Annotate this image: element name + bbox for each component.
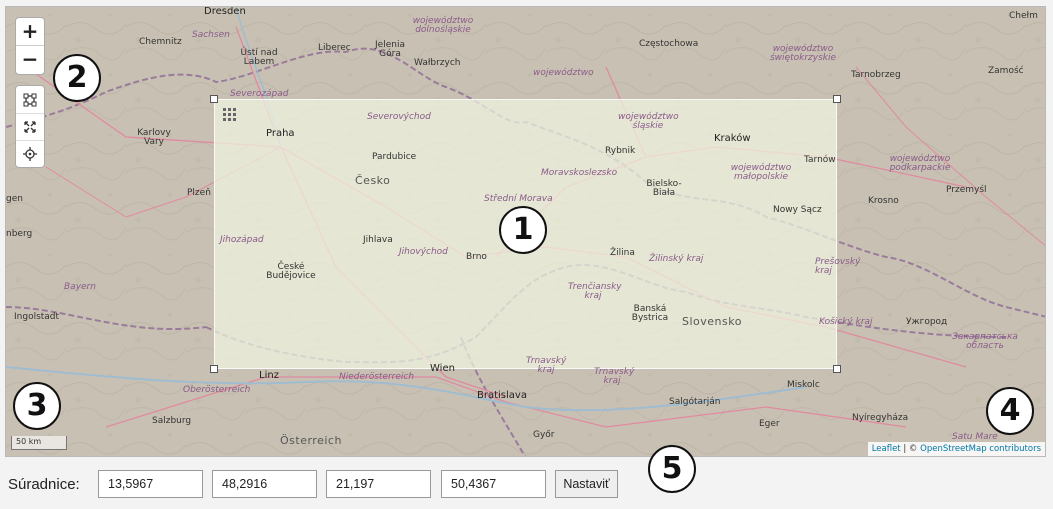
- locate-button[interactable]: [16, 140, 44, 167]
- map-label: Закарпатська область: [952, 332, 1018, 351]
- map-label: Karlovy Vary: [137, 128, 171, 147]
- map-label: Pardubice: [372, 152, 417, 162]
- map-label: Jihozápad: [220, 235, 264, 245]
- coord-input-1[interactable]: [98, 470, 203, 498]
- attribution-separator: | ©: [900, 444, 921, 454]
- map-label: Tarnów: [804, 155, 836, 165]
- map-attribution: Leaflet | © OpenStreetMap contributors: [867, 442, 1045, 456]
- map-label: Jihlava: [363, 235, 393, 245]
- map-label: Miskolc: [787, 380, 820, 390]
- map-label: Slovensko: [682, 315, 742, 328]
- map-label: województwo śląskie: [618, 112, 679, 131]
- map-label: Krosno: [868, 196, 899, 206]
- map-label: Kraków: [714, 133, 751, 144]
- map-label: nberg: [6, 229, 33, 239]
- map-label: Ingolstadt: [14, 312, 60, 322]
- annotation-badge-1: 1: [499, 206, 547, 254]
- map-label: České Budějovice: [266, 262, 316, 281]
- resize-handle-nw[interactable]: [210, 95, 218, 103]
- map-label: Banská Bystrica: [631, 304, 669, 323]
- map[interactable]: Dresden Chemnitz Sachsen Ústí nad Labem …: [5, 6, 1046, 457]
- osm-link[interactable]: OpenStreetMap contributors: [920, 444, 1041, 454]
- map-label: Salzburg: [152, 416, 192, 426]
- map-label: Chemnitz: [139, 37, 182, 47]
- map-label: Jihovýchod: [399, 247, 448, 257]
- map-label: Eger: [759, 419, 780, 429]
- map-label: województwo dolnośląskie: [412, 16, 474, 35]
- map-label: Prešovský kraj: [815, 257, 861, 276]
- map-label: Liberec: [318, 43, 351, 53]
- zoom-control: + −: [15, 17, 45, 75]
- map-tools: [15, 85, 45, 168]
- map-label: Žilina: [610, 248, 635, 258]
- map-label: Ужгород: [906, 317, 948, 327]
- move-grid-icon[interactable]: [223, 108, 237, 122]
- map-label: Trnavský kraj: [594, 367, 635, 386]
- map-label: województwo świętokrzyskie: [769, 44, 837, 63]
- resize-handle-se[interactable]: [833, 365, 841, 373]
- map-label: województwo podkarpackie: [889, 154, 951, 173]
- map-label: województwo: [533, 68, 594, 78]
- map-label: Satu Mare: [952, 432, 998, 442]
- map-label: Dresden: [204, 6, 246, 17]
- coord-input-3[interactable]: [326, 470, 431, 498]
- map-label: Bratislava: [477, 390, 527, 401]
- map-label: Wien: [430, 363, 455, 374]
- map-label: Wałbrzych: [414, 58, 461, 68]
- map-label: Košický kraj: [819, 317, 873, 327]
- map-label: Severovýchod: [367, 112, 431, 122]
- resize-handle-ne[interactable]: [833, 95, 841, 103]
- map-label: Brno: [466, 252, 487, 262]
- map-label: Oberösterreich: [183, 385, 251, 395]
- map-label: gen: [6, 194, 23, 204]
- map-label: Nowy Sącz: [773, 205, 822, 215]
- scale-bar: 50 km: [11, 436, 67, 450]
- zoom-out-button[interactable]: −: [16, 46, 44, 74]
- map-label: Praha: [266, 128, 295, 139]
- set-coordinates-button[interactable]: Nastaviť: [555, 470, 618, 498]
- map-label: Bielsko-Biała: [646, 179, 682, 198]
- map-label: Rybnik: [605, 146, 636, 156]
- map-label: Severozápad: [230, 89, 289, 99]
- coordinates-label: Súradnice:: [8, 476, 80, 493]
- map-label: Salgótarján: [669, 397, 721, 407]
- map-label: Trnavský kraj: [526, 356, 567, 375]
- map-label: Střední Morava: [484, 194, 553, 204]
- coordinates-bar: Súradnice: Nastaviť: [0, 466, 1053, 506]
- map-label: Žilinský kraj: [649, 254, 704, 264]
- coord-input-4[interactable]: [441, 470, 546, 498]
- fullscreen-icon: [24, 121, 36, 133]
- map-label: Tarnobrzeg: [851, 70, 901, 80]
- leaflet-link[interactable]: Leaflet: [872, 444, 901, 454]
- map-label: Sachsen: [192, 30, 230, 40]
- map-label: Niederösterreich: [339, 372, 415, 382]
- map-label: Trenčiansky kraj: [568, 282, 622, 301]
- resize-handle-sw[interactable]: [210, 365, 218, 373]
- map-label: Győr: [533, 430, 555, 440]
- map-label: Linz: [259, 370, 279, 381]
- map-label: Jelenia Góra: [375, 40, 405, 59]
- map-label: Nyíregyháza: [852, 413, 909, 423]
- coord-input-2[interactable]: [212, 470, 317, 498]
- annotation-badge-4: 4: [986, 387, 1034, 435]
- fit-bounds-button[interactable]: [16, 113, 44, 140]
- map-label: Przemyśl: [946, 185, 987, 195]
- annotation-badge-2: 2: [53, 54, 101, 102]
- map-label: Plzeň: [187, 188, 211, 198]
- map-label: Moravskoslezsko: [541, 168, 618, 178]
- draw-rectangle-button[interactable]: [16, 86, 44, 113]
- map-label: Zamość: [988, 66, 1024, 76]
- map-label: Bayern: [64, 282, 96, 292]
- locate-icon: [23, 147, 37, 161]
- map-label: Ústí nad Labem: [240, 48, 278, 67]
- bounding-box-icon: [23, 93, 37, 106]
- annotation-badge-3: 3: [13, 382, 61, 430]
- map-label: Częstochowa: [639, 39, 699, 49]
- zoom-in-button[interactable]: +: [16, 18, 44, 46]
- map-label: Österreich: [280, 434, 342, 447]
- map-label: Chełm: [1009, 11, 1038, 21]
- map-label: województwo małopolskie: [730, 163, 792, 182]
- map-label: Česko: [355, 174, 391, 187]
